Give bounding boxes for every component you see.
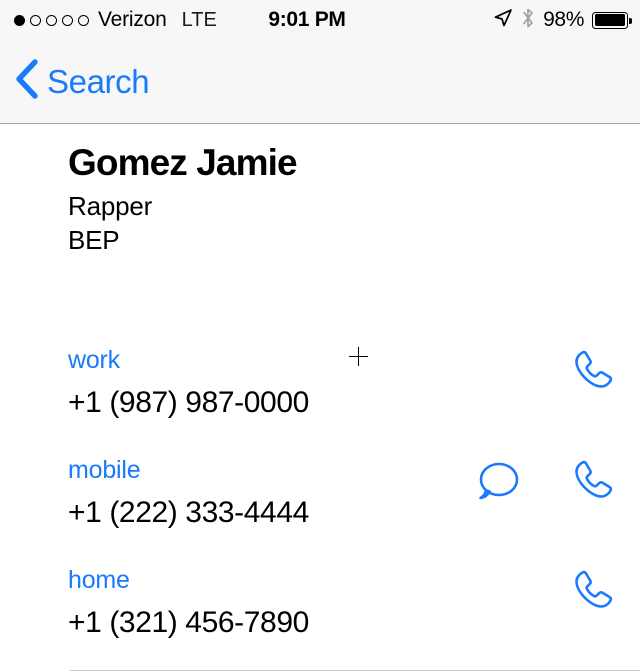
contact-name: Gomez Jamie: [68, 142, 298, 183]
battery-fill: [594, 14, 625, 26]
phone-call-icon[interactable]: [566, 565, 618, 622]
contact-company: BEP: [68, 225, 120, 256]
row-actions: [566, 345, 618, 402]
contact-job-title: Rapper: [68, 190, 153, 221]
status-bar-right: 98%: [493, 7, 632, 34]
back-button[interactable]: Search: [14, 58, 150, 105]
phone-number[interactable]: +1 (987) 987-0000: [68, 373, 640, 418]
contact-detail-view: Gomez Jamie Rapper BEP work +1 (987) 987…: [0, 125, 640, 671]
location-arrow-icon: [493, 8, 513, 33]
row-actions: [566, 565, 618, 622]
table-row[interactable]: work +1 (987) 987-0000: [0, 340, 640, 450]
status-bar: Verizon LTE 9:01 PM 98%: [0, 0, 640, 40]
battery-icon: [592, 11, 632, 29]
bluetooth-icon: [521, 7, 535, 34]
back-button-label: Search: [47, 62, 150, 100]
contact-header: Gomez Jamie Rapper BEP: [0, 125, 640, 258]
table-row[interactable]: mobile +1 (222) 333-4444: [0, 450, 640, 560]
phone-number[interactable]: +1 (321) 456-7890: [68, 593, 640, 638]
phone-label: work: [68, 346, 120, 374]
phone-call-icon[interactable]: [566, 455, 618, 512]
table-row[interactable]: home +1 (321) 456-7890: [0, 560, 640, 670]
battery-percentage: 98%: [543, 8, 584, 31]
chevron-left-icon: [14, 58, 40, 105]
row-actions: [472, 455, 618, 512]
phone-call-icon[interactable]: [566, 345, 618, 402]
message-bubble-icon[interactable]: [472, 455, 524, 512]
navigation-bar: Search: [0, 40, 640, 124]
phone-label: home: [68, 566, 130, 594]
phone-number-list: work +1 (987) 987-0000 mobile +1 (222) 3…: [0, 340, 640, 671]
